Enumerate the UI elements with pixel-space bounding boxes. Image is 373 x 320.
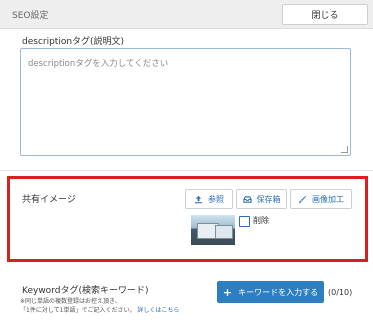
browse-label: 参照	[208, 194, 224, 204]
delete-checkbox[interactable]	[239, 216, 250, 227]
add-keyword-button[interactable]: + キーワードを入力する	[217, 281, 324, 303]
saved-box-label: 保存箱	[256, 194, 281, 204]
header-bar: SEO設定 閉じる	[0, 0, 373, 29]
saved-box-button[interactable]: 保存箱	[236, 189, 287, 209]
thumbnail-bus-shape	[215, 225, 233, 239]
description-textarea[interactable]: descriptionタグを入力してください	[20, 48, 351, 156]
tray-icon	[242, 195, 252, 203]
details-link[interactable]: 詳しくはこちら	[137, 307, 179, 314]
image-edit-button[interactable]: 画像加工	[290, 189, 352, 209]
shared-image-thumbnail	[191, 215, 235, 245]
close-button[interactable]: 閉じる	[282, 4, 368, 25]
resize-handle-icon[interactable]	[341, 146, 348, 153]
panel-title: SEO設定	[12, 11, 49, 21]
keyword-count: (0/10)	[328, 288, 353, 297]
brush-icon	[298, 195, 307, 203]
delete-label: 削除	[253, 216, 269, 225]
add-keyword-label: キーワードを入力する	[238, 287, 319, 297]
browse-button[interactable]: 参照	[185, 189, 233, 209]
keyword-note-text: 「1件に対して1単語」でご記入ください。	[20, 307, 136, 314]
image-edit-label: 画像加工	[312, 194, 344, 204]
keyword-note: 「1件に対して1単語」でご記入ください。 詳しくはこちら	[20, 305, 179, 314]
description-label: descriptionタグ(説明文)	[22, 37, 125, 47]
section-divider	[0, 170, 373, 171]
plus-icon: +	[222, 285, 233, 299]
description-placeholder: descriptionタグを入力してください	[28, 59, 169, 69]
keyword-label: Keywordタグ(検索キーワード)	[22, 286, 149, 296]
share-image-label: 共有イメージ	[22, 195, 76, 205]
keyword-note: ※同じ単語の複数登録はお控え頂き、	[20, 298, 121, 305]
upload-icon	[194, 195, 203, 203]
